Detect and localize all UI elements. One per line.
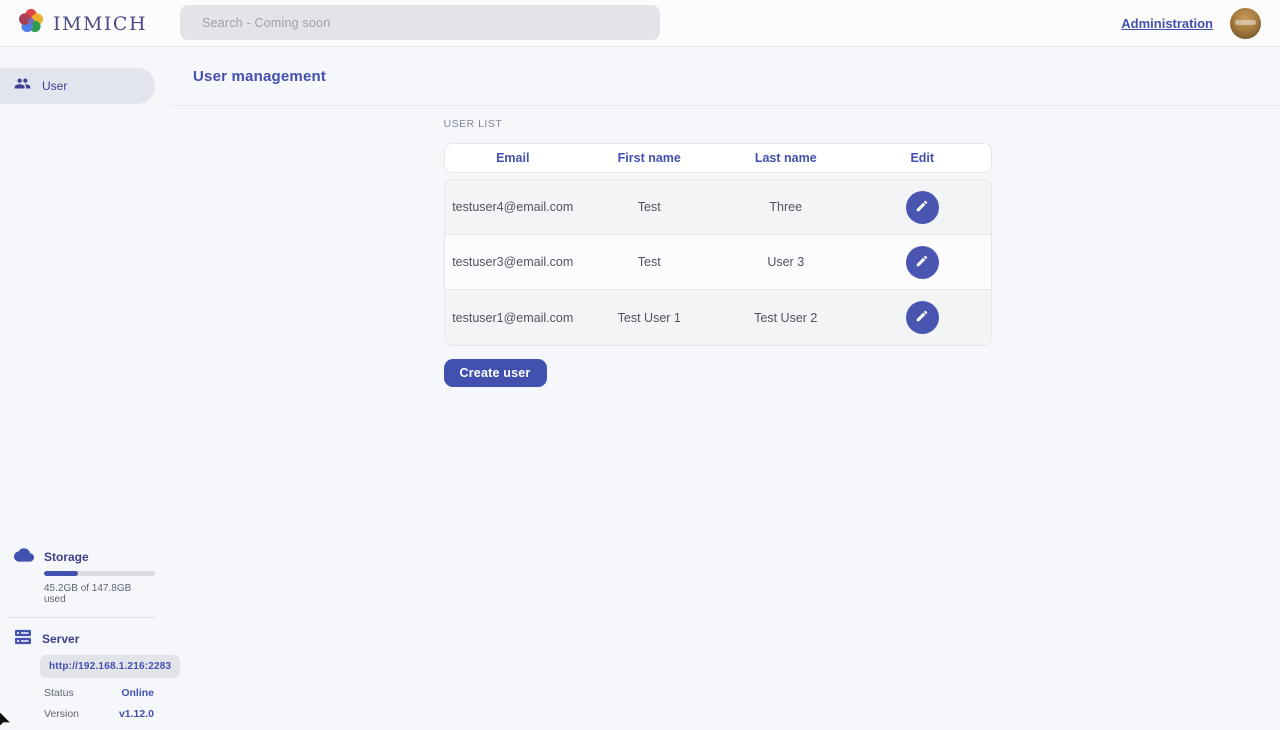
search-input[interactable]: Search - Coming soon bbox=[180, 5, 660, 40]
main-area: User management USER LIST Email First na… bbox=[155, 47, 1280, 730]
page-title: User management bbox=[193, 68, 326, 85]
sidebar-divider bbox=[8, 617, 155, 618]
version-label: Version bbox=[44, 708, 79, 720]
edit-user-button[interactable] bbox=[906, 301, 939, 334]
server-status-row: Status Online bbox=[44, 687, 155, 699]
storage-progress-fill bbox=[44, 571, 78, 576]
edit-user-button[interactable] bbox=[906, 191, 939, 224]
column-header-email: Email bbox=[445, 151, 582, 165]
sidebar-footer: Storage 45.2GB of 147.8GB used Server ht… bbox=[0, 547, 155, 720]
users-icon bbox=[14, 75, 31, 97]
table-row: testuser4@email.com Test Three bbox=[445, 180, 991, 235]
storage-progress-bar bbox=[44, 571, 155, 576]
cell-last-name: Three bbox=[718, 200, 855, 214]
edit-user-button[interactable] bbox=[906, 246, 939, 279]
storage-header: Storage bbox=[0, 547, 155, 567]
status-label: Status bbox=[44, 687, 74, 699]
cell-first-name: Test User 1 bbox=[581, 311, 718, 325]
sidebar-item-label: User bbox=[42, 79, 67, 93]
version-value: v1.12.0 bbox=[119, 708, 154, 720]
cloud-icon bbox=[14, 547, 34, 567]
search-placeholder: Search - Coming soon bbox=[202, 16, 330, 30]
app-logo[interactable]: IMMICH bbox=[16, 8, 147, 39]
cell-email: testuser3@email.com bbox=[445, 255, 582, 269]
sidebar: User Storage 45.2GB of 147.8GB used bbox=[0, 47, 155, 730]
cell-email: testuser4@email.com bbox=[445, 200, 582, 214]
top-bar-right: Administration bbox=[1121, 0, 1261, 47]
cell-first-name: Test bbox=[581, 200, 718, 214]
create-user-button[interactable]: Create user bbox=[444, 359, 547, 387]
top-bar: IMMICH Search - Coming soon Administrati… bbox=[0, 0, 1280, 47]
server-title: Server bbox=[42, 632, 79, 646]
table-row: testuser1@email.com Test User 1 Test Use… bbox=[445, 290, 991, 345]
column-header-first-name: First name bbox=[581, 151, 718, 165]
cell-last-name: User 3 bbox=[718, 255, 855, 269]
server-icon bbox=[14, 629, 32, 650]
user-list-section: USER LIST Email First name Last name Edi… bbox=[444, 118, 992, 387]
server-version-row: Version v1.12.0 bbox=[44, 708, 155, 720]
pencil-icon bbox=[915, 199, 929, 216]
sidebar-item-user[interactable]: User bbox=[0, 68, 155, 104]
table-row: testuser3@email.com Test User 3 bbox=[445, 235, 991, 290]
cell-first-name: Test bbox=[581, 255, 718, 269]
column-header-last-name: Last name bbox=[718, 151, 855, 165]
user-table-body: testuser4@email.com Test Three testuser3… bbox=[444, 179, 992, 346]
pencil-icon bbox=[915, 309, 929, 326]
cell-last-name: Test User 2 bbox=[718, 311, 855, 325]
column-header-edit: Edit bbox=[854, 151, 991, 165]
app-title: IMMICH bbox=[53, 13, 147, 35]
immich-admin-page: { "header": { "logo_text": "IMMICH", "se… bbox=[0, 0, 1280, 730]
server-header: Server bbox=[0, 629, 155, 649]
immich-flower-icon bbox=[16, 6, 46, 41]
page-title-bar: User management bbox=[171, 47, 1280, 106]
administration-link[interactable]: Administration bbox=[1121, 16, 1213, 31]
table-header: Email First name Last name Edit bbox=[444, 143, 992, 173]
storage-title: Storage bbox=[44, 550, 89, 564]
user-avatar[interactable] bbox=[1230, 8, 1261, 39]
storage-usage-text: 45.2GB of 147.8GB used bbox=[44, 583, 155, 605]
section-label: USER LIST bbox=[444, 118, 992, 130]
status-value: Online bbox=[121, 687, 154, 699]
pencil-icon bbox=[915, 254, 929, 271]
cell-email: testuser1@email.com bbox=[445, 311, 582, 325]
